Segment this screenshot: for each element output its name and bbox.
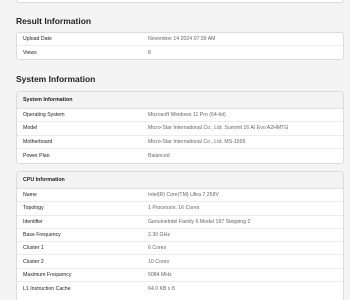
row-key: Views — [23, 49, 37, 56]
row-value: GenuineIntel Family 6 Model 197 Stepping… — [148, 218, 251, 225]
row-value: 8 — [148, 49, 151, 56]
card-header: System Information — [17, 92, 343, 109]
system-information-card: System Information Operating System Micr… — [16, 91, 344, 164]
row-key: Model — [23, 125, 38, 132]
row-value: 5084 MHz — [148, 271, 172, 278]
row-value: 1 Processor, 16 Cores — [148, 205, 200, 212]
row-key: Identifier — [23, 218, 43, 225]
row-key: Base Frequency — [23, 232, 61, 239]
table-row: Topology 1 Processor, 16 Cores — [17, 202, 343, 216]
table-row: Views 8 — [17, 46, 343, 59]
result-information-card: Upload Date November 14 2024 07:39 AM Vi… — [16, 32, 344, 60]
row-value: 2.30 GHz — [148, 232, 170, 239]
row-value: Intel(R) Core(TM) Ultra 7 258V — [148, 192, 219, 199]
system-information-title: System Information — [16, 74, 96, 84]
row-key: Operating System — [23, 112, 65, 119]
row-value: 64.0 KB x 8 — [148, 285, 175, 292]
row-value: Microsoft Windows 11 Pro (64-bit) — [148, 112, 226, 119]
table-row: Operating System Microsoft Windows 11 Pr… — [17, 109, 343, 123]
table-row: Model Micro-Star International Co., Ltd.… — [17, 122, 343, 136]
table-row: Maximum Frequency 5084 MHz — [17, 269, 343, 283]
table-row: Cluster 2 10 Cores — [17, 255, 343, 269]
result-information-title: Result Information — [16, 16, 92, 26]
table-row: Upload Date November 14 2024 07:39 AM — [17, 33, 343, 47]
row-value: 10 Cores — [148, 258, 170, 265]
row-value: November 14 2024 07:39 AM — [148, 36, 216, 43]
row-key: Upload Date — [23, 36, 52, 43]
row-value: Micro-Star International Co., Ltd. Summi… — [148, 125, 289, 132]
card-header: CPU Information — [17, 172, 343, 189]
table-row: Motherboard Micro-Star International Co.… — [17, 136, 343, 149]
table-row: Cluster 1 6 Cores — [17, 242, 343, 256]
table-row: L1 Instruction Cache 64.0 KB x 8 — [17, 282, 343, 295]
row-key: Power Plan — [23, 152, 50, 159]
table-row: Identifier GenuineIntel Family 6 Model 1… — [17, 216, 343, 229]
row-key: Maximum Frequency — [23, 271, 72, 278]
row-key: L1 Instruction Cache — [23, 285, 71, 292]
table-row: Power Plan Balanced — [17, 149, 343, 162]
cpu-information-card: CPU Information Name Intel(R) Core(TM) U… — [16, 171, 344, 300]
row-key: Cluster 2 — [23, 258, 44, 265]
previous-card-edge — [16, 0, 344, 3]
row-key: Name — [23, 192, 37, 199]
table-row: Base Frequency 2.30 GHz — [17, 229, 343, 243]
row-value: 6 Cores — [148, 245, 167, 252]
row-key: Motherboard — [23, 138, 53, 145]
row-value: Micro-Star International Co., Ltd. MS-15… — [148, 138, 246, 145]
row-key: Topology — [23, 205, 44, 212]
table-row: Name Intel(R) Core(TM) Ultra 7 258V — [17, 189, 343, 203]
row-value: Balanced — [148, 152, 170, 159]
row-key: Cluster 1 — [23, 245, 44, 252]
